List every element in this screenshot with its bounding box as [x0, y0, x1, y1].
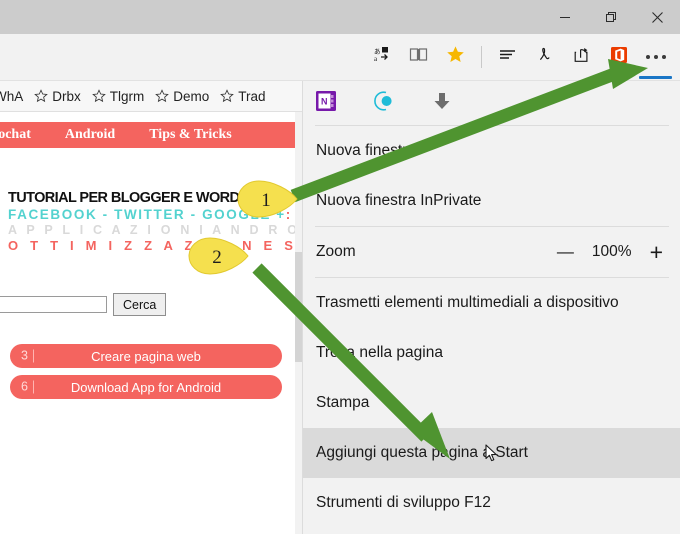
download-app-button[interactable]: 6 Download App for Android [10, 375, 282, 399]
star-outline-icon [34, 89, 49, 103]
favorites-star-icon [446, 45, 465, 69]
web-note-button[interactable] [526, 37, 563, 77]
favorite-label: WhA [0, 88, 24, 104]
button-index: 3 [21, 349, 34, 363]
headline-line-4: O T T I M I Z Z A Z I O N E S [8, 238, 298, 253]
web-note-icon [535, 45, 554, 69]
headline-line-3: A P P L I C A Z I O N I A N D R O I [8, 223, 302, 237]
cortana-icon [373, 90, 395, 117]
edge-browser-window: あ a hA Drbx Tlgrm Demo Trad ochat Androi… [0, 0, 680, 534]
hub-button[interactable] [489, 37, 526, 77]
favorite-label: Trad [238, 88, 266, 104]
restore-icon [605, 11, 617, 23]
button-label: Creare pagina web [91, 348, 201, 364]
menu-item-label: Trasmetti elementi multimediali a dispos… [316, 294, 619, 311]
onenote-button[interactable]: N [313, 90, 339, 116]
hub-icon [498, 47, 517, 67]
onenote-icon: N [315, 90, 337, 117]
close-icon [651, 11, 664, 24]
svg-text:N: N [321, 96, 328, 106]
reading-list-button[interactable] [400, 37, 437, 77]
web-page-content: eochat Android Tips & Tricks TUTORIAL PE… [0, 112, 302, 534]
office-button[interactable] [600, 37, 637, 77]
share-icon [572, 46, 591, 69]
restore-button[interactable] [588, 0, 634, 34]
site-headline: TUTORIAL PER BLOGGER E WORDPRESS: FACEBO… [8, 190, 302, 253]
favorite-item[interactable]: WhA [0, 89, 23, 104]
page-scrollbar[interactable] [295, 112, 302, 534]
reading-view-button[interactable]: あ a [363, 37, 400, 77]
minimize-button[interactable] [542, 0, 588, 34]
headline-text: FACEBOOK - TWITTER - GOOGLE + [8, 207, 286, 222]
cortana-button[interactable] [371, 90, 397, 116]
favorites-button[interactable] [437, 37, 474, 77]
favorites-bar: WhA Drbx Tlgrm Demo [0, 81, 302, 112]
menu-item-label: Strumenti di sviluppo F12 [316, 494, 491, 511]
favorite-label: Drbx [52, 88, 81, 104]
site-nav-bar: eochat Android Tips & Tricks [0, 122, 302, 148]
minimize-icon [559, 11, 571, 23]
downloads-icon [431, 90, 453, 117]
favorite-item[interactable]: Trad [220, 88, 266, 104]
favorite-item[interactable]: Demo [155, 89, 209, 104]
mouse-cursor-icon [485, 444, 499, 468]
more-actions-button[interactable] [637, 37, 674, 79]
headline-line-2: FACEBOOK - TWITTER - GOOGLE +: [8, 207, 302, 222]
nav-link[interactable]: eochat [0, 127, 31, 143]
favorite-label: Demo [173, 88, 210, 104]
favorite-item[interactable]: Drbx [34, 89, 81, 104]
zoom-value: 100% [591, 243, 632, 260]
zoom-in-button[interactable]: + [650, 241, 663, 264]
menu-item-new-window[interactable]: Nuova finestra [303, 126, 680, 176]
reading-view-icon: あ a [373, 46, 390, 68]
site-search: Cerca [0, 293, 167, 316]
share-button[interactable] [563, 37, 600, 77]
create-web-page-button[interactable]: 3 Creare pagina web [10, 344, 282, 368]
menu-item-find-on-page[interactable]: Trova nella pagina [303, 328, 680, 378]
browser-toolbar: あ a [0, 34, 680, 81]
star-outline-icon [220, 89, 235, 103]
menu-icon-row: N [303, 81, 680, 125]
zoom-out-button[interactable]: — [557, 242, 574, 262]
toolbar-separator [481, 46, 482, 68]
star-outline-icon [91, 89, 106, 103]
menu-item-cast-media[interactable]: Trasmetti elementi multimediali a dispos… [303, 278, 680, 328]
menu-item-new-inprivate-window[interactable]: Nuova finestra InPrivate [303, 176, 680, 226]
nav-link[interactable]: Android [65, 127, 115, 143]
favorite-item[interactable]: Tlgrm [91, 88, 145, 104]
headline-colon: : [285, 207, 292, 222]
close-button[interactable] [634, 0, 680, 34]
window-controls [542, 0, 680, 34]
menu-item-developer-tools[interactable]: Strumenti di sviluppo F12 [303, 478, 680, 528]
button-index: 6 [21, 380, 34, 394]
scrollbar-thumb[interactable] [295, 252, 302, 362]
reading-list-icon [409, 46, 428, 68]
office-icon [610, 46, 628, 69]
nav-link[interactable]: Tips & Tricks [149, 127, 231, 143]
menu-item-label: Nuova finestra [316, 142, 416, 159]
headline-text: TUTORIAL PER BLOGGER E WORDPRESS [8, 190, 286, 206]
menu-item-label: Stampa [316, 394, 370, 411]
menu-item-label: Nuova finestra InPrivate [316, 192, 482, 209]
downloads-button[interactable] [429, 90, 455, 116]
zoom-label: Zoom [316, 243, 356, 260]
menu-item-print[interactable]: Stampa [303, 378, 680, 428]
search-button[interactable]: Cerca [113, 293, 167, 316]
menu-item-pin-to-start[interactable]: Aggiungi questa pagina a Start [303, 428, 680, 478]
button-label: Download App for Android [70, 379, 222, 395]
star-outline-icon [155, 89, 170, 103]
menu-item-label: Trova nella pagina [316, 344, 443, 361]
favorite-label: Tlgrm [109, 88, 145, 104]
more-actions-icon [645, 55, 666, 59]
headline-line-1: TUTORIAL PER BLOGGER E WORDPRESS: [8, 190, 302, 206]
search-input[interactable] [0, 296, 107, 313]
menu-item-zoom: Zoom — 100% + [303, 227, 680, 277]
window-title-bar [0, 0, 680, 34]
active-indicator [639, 76, 672, 79]
headline-colon: : [285, 190, 291, 206]
edge-more-actions-menu: N Nuova finestra Nuova finestra InPrivat… [302, 81, 680, 534]
svg-text:a: a [374, 55, 378, 63]
